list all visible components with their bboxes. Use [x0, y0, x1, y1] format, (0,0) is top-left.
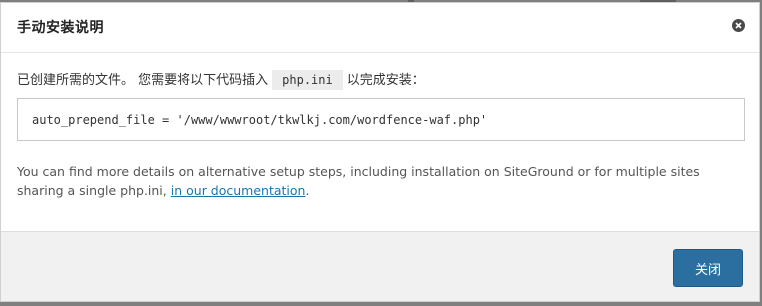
- code-snippet: auto_prepend_file = '/www/wwwroot/tkwlkj…: [32, 112, 488, 127]
- modal-body: 已创建所需的文件。 您需要将以下代码插入 php.ini 以完成安装： auto_p…: [1, 70, 759, 200]
- intro-after: 以完成安装：: [346, 73, 425, 88]
- intro-before: 已创建所需的文件。 您需要将以下代码插入: [17, 73, 269, 88]
- code-snippet-box[interactable]: auto_prepend_file = '/www/wwwroot/tkwlkj…: [17, 98, 745, 141]
- details-paragraph: You can find more details on alternative…: [17, 162, 747, 200]
- modal-footer: 关闭: [1, 231, 759, 301]
- install-instructions-modal: 手动安装说明 已创建所需的文件。 您需要将以下代码插入 php.ini 以完成安装：…: [0, 2, 760, 302]
- details-text: You can find more details on alternative…: [17, 164, 700, 198]
- modal-header: 手动安装说明: [1, 3, 759, 53]
- inline-code-filename: php.ini: [272, 70, 343, 90]
- close-icon[interactable]: [732, 19, 745, 32]
- documentation-link[interactable]: in our documentation: [171, 183, 306, 198]
- details-end: .: [305, 183, 310, 198]
- intro-text: 已创建所需的文件。 您需要将以下代码插入 php.ini 以完成安装：: [17, 70, 743, 90]
- modal-title: 手动安装说明: [17, 20, 104, 36]
- close-button[interactable]: 关闭: [673, 249, 743, 287]
